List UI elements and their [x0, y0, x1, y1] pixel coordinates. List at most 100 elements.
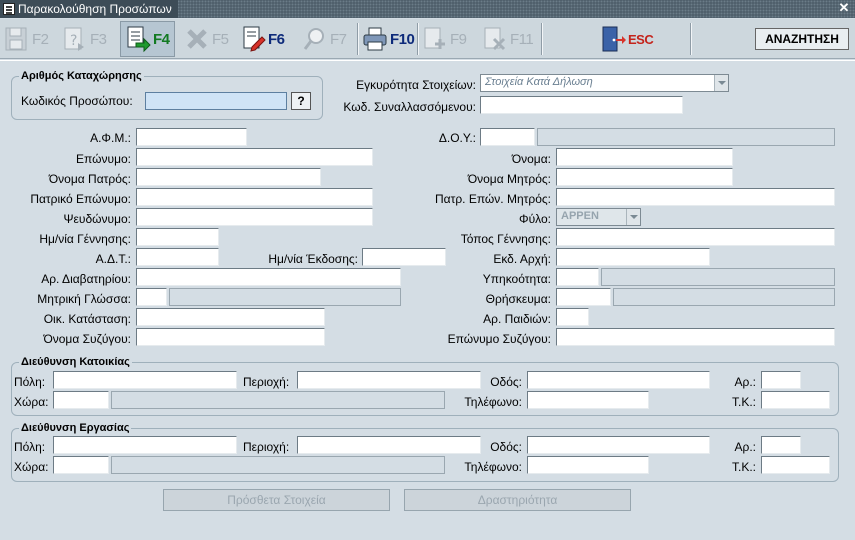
children-input[interactable] [556, 308, 589, 326]
window-title-text: Παρακολούθηση Προσώπων [18, 2, 172, 16]
toolbar-button-label: F3 [90, 30, 107, 48]
passport-label: Αρ. Διαβατηρίου: [41, 272, 131, 286]
home-address-title: Διεύθυνση Κατοικίας [19, 356, 132, 368]
home-country-description-field [111, 391, 445, 409]
citizenship-description-field [601, 268, 835, 286]
toolbar-button-label: F2 [32, 30, 49, 48]
toolbar-button-f4[interactable]: F4 [120, 21, 175, 57]
home-number-label: Αρ.: [734, 375, 757, 389]
marital-status-label: Οικ. Κατάσταση: [43, 312, 131, 326]
toolbar-button-label: F7 [330, 30, 347, 48]
toolbar-button-label: F6 [268, 30, 285, 48]
toolbar-button-esc[interactable]: ESC [600, 21, 654, 57]
trader-code-input[interactable] [480, 96, 683, 114]
home-street-input[interactable] [527, 371, 710, 389]
mother-name-input[interactable] [556, 168, 733, 186]
toolbar-button-f6[interactable]: F6 [240, 21, 285, 57]
issuing-authority-input[interactable] [556, 248, 710, 266]
home-country-code-input[interactable] [53, 391, 109, 409]
trader-code-label: Κωδ. Συναλλασσόμενου: [343, 100, 476, 114]
chevron-down-icon[interactable] [714, 75, 728, 91]
mother-tongue-description-field [169, 288, 401, 306]
extra-info-button[interactable]: Πρόσθετα Στοιχεία [163, 489, 390, 511]
surname-label: Επώνυμο: [76, 152, 131, 166]
validity-select[interactable]: Στοιχεία Κατά Δήλωση [480, 74, 729, 92]
registration-group-title: Αριθμός Καταχώρησης [19, 70, 144, 82]
gender-select[interactable]: APPEN [556, 208, 641, 226]
query-icon: ? [62, 25, 88, 53]
home-number-input[interactable] [761, 371, 801, 389]
father-surname-input[interactable] [136, 188, 373, 206]
work-number-input[interactable] [761, 436, 801, 454]
name-input[interactable] [556, 148, 733, 166]
mother-surname-input[interactable] [556, 188, 835, 206]
spouse-surname-input[interactable] [556, 328, 835, 346]
marital-status-input[interactable] [136, 308, 325, 326]
close-window-button[interactable]: ✕ [837, 1, 851, 15]
home-phone-input[interactable] [527, 391, 649, 409]
home-phone-label: Τηλέφωνο: [464, 395, 522, 409]
nickname-input[interactable] [136, 208, 373, 226]
work-phone-label: Τηλέφωνο: [464, 460, 522, 474]
toolbar-button-f10[interactable]: F10 [362, 21, 415, 57]
afm-input[interactable] [136, 128, 247, 146]
issuing-authority-label: Εκδ. Αρχή: [493, 252, 551, 266]
title-bar: Παρακολούθηση Προσώπων ✕ [0, 0, 855, 18]
home-city-input[interactable] [53, 371, 237, 389]
document-enter-icon [125, 25, 151, 53]
birth-date-input[interactable] [136, 228, 219, 246]
surname-input[interactable] [136, 148, 373, 166]
spouse-name-input[interactable] [136, 328, 325, 346]
toolbar-button-label: ESC [628, 31, 654, 47]
work-street-input[interactable] [527, 436, 710, 454]
work-area-input[interactable] [297, 436, 481, 454]
search-button[interactable]: ΑΝΑΖΗΤΗΣΗ [755, 28, 849, 50]
toolbar-button-f5[interactable]: F5 [184, 21, 229, 57]
gender-select-value: APPEN [561, 210, 599, 222]
work-country-label: Χώρα: [14, 460, 49, 474]
id-number-input[interactable] [136, 248, 219, 266]
validity-select-value: Στοιχεία Κατά Δήλωση [485, 76, 593, 88]
save-icon [4, 25, 30, 53]
svg-text:?: ? [70, 33, 77, 49]
add-icon [422, 25, 448, 53]
work-zip-input[interactable] [761, 456, 830, 474]
chevron-down-icon[interactable] [626, 209, 640, 225]
toolbar-separator [690, 23, 692, 55]
work-area-label: Περιοχή: [243, 440, 290, 454]
work-city-input[interactable] [53, 436, 237, 454]
id-number-label: Α.Δ.Τ.: [95, 252, 131, 266]
passport-input[interactable] [136, 268, 401, 286]
citizenship-code-input[interactable] [556, 268, 599, 286]
toolbar-button-f9[interactable]: F9 [422, 21, 467, 57]
toolbar-button-f11[interactable]: F11 [482, 21, 534, 57]
home-street-label: Οδός: [490, 375, 522, 389]
app-icon [3, 3, 15, 15]
religion-code-input[interactable] [556, 288, 611, 306]
work-zip-label: Τ.Κ.: [731, 460, 756, 474]
spouse-name-label: Όνομα Συζύγου: [43, 332, 131, 346]
home-area-input[interactable] [297, 371, 481, 389]
work-phone-input[interactable] [527, 456, 649, 474]
toolbar-button-f7[interactable]: F7 [302, 21, 347, 57]
home-zip-input[interactable] [761, 391, 830, 409]
doy-code-input[interactable] [480, 128, 535, 146]
toolbar-separator [417, 23, 419, 55]
toolbar-button-label: F10 [390, 30, 415, 48]
toolbar: F2 ? F3 F4 F5 F6 F7 F10 F9 F11 ESC ΑΝΑΖΗ… [0, 19, 855, 59]
issue-date-label: Ημ/νία Έκδοσης: [268, 252, 358, 266]
birth-place-label: Τόπος Γέννησης: [460, 232, 551, 246]
mother-tongue-code-input[interactable] [136, 288, 167, 306]
activity-button[interactable]: Δραστηριότητα [404, 489, 631, 511]
remove-icon [482, 25, 508, 53]
person-code-label: Κωδικός Προσώπου: [21, 94, 133, 108]
birth-place-input[interactable] [556, 228, 835, 246]
work-country-code-input[interactable] [53, 456, 109, 474]
validity-label: Εγκυρότητα Στοιχείων: [356, 78, 476, 92]
father-name-input[interactable] [136, 168, 321, 186]
toolbar-button-f3[interactable]: ? F3 [62, 21, 107, 57]
toolbar-button-f2[interactable]: F2 [4, 21, 49, 57]
person-code-input[interactable] [145, 92, 287, 110]
work-number-label: Αρ.: [734, 440, 757, 454]
afm-label: Α.Φ.Μ.: [90, 131, 131, 145]
